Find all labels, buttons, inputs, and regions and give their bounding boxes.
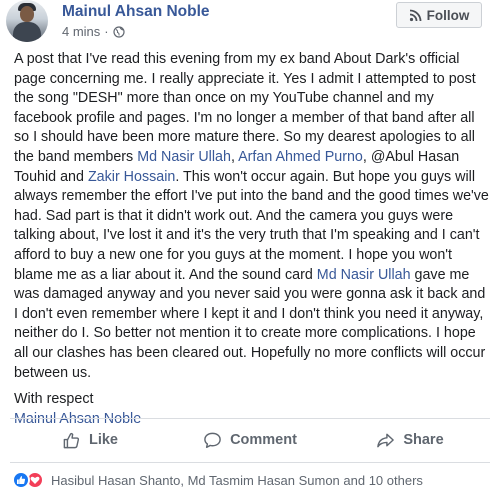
post-header: Mainul Ahsan Noble 4 mins · Follow bbox=[0, 0, 500, 46]
like-button[interactable]: Like bbox=[10, 420, 170, 460]
comment-label: Comment bbox=[230, 432, 297, 448]
meta-separator: · bbox=[104, 24, 109, 39]
comment-icon bbox=[204, 432, 221, 448]
post-text-segment: A post that I've read this evening from … bbox=[14, 51, 476, 165]
share-icon bbox=[377, 433, 395, 447]
author-name[interactable]: Mainul Ahsan Noble bbox=[62, 3, 210, 21]
comment-button[interactable]: Comment bbox=[170, 420, 330, 460]
mention-link[interactable]: Md Nasir Ullah bbox=[137, 149, 231, 165]
post-text-segment: . This won't occur again. But hope you g… bbox=[14, 168, 489, 283]
mention-link[interactable]: Arfan Ahmed Purno bbox=[238, 149, 363, 165]
follow-button[interactable]: Follow bbox=[396, 2, 482, 28]
mention-link[interactable]: Md Nasir Ullah bbox=[317, 267, 411, 283]
post-meta: 4 mins · bbox=[62, 24, 125, 39]
post-body: A post that I've read this evening from … bbox=[14, 50, 492, 429]
post-signoff: With respect bbox=[14, 391, 94, 408]
post-paragraph: A post that I've read this evening from … bbox=[14, 50, 492, 383]
post-timestamp[interactable]: 4 mins bbox=[62, 24, 100, 39]
reaction-names[interactable]: Hasibul Hasan Shanto, Md Tasmim Hasan Su… bbox=[51, 473, 423, 488]
thumbs-up-icon bbox=[63, 432, 80, 448]
divider bbox=[10, 418, 490, 419]
rss-icon bbox=[409, 9, 422, 22]
like-label: Like bbox=[88, 432, 118, 448]
share-label: Share bbox=[403, 432, 444, 448]
reactions-summary[interactable]: Hasibul Hasan Shanto, Md Tasmim Hasan Su… bbox=[12, 471, 423, 489]
action-bar: Like Comment Share bbox=[10, 420, 490, 460]
mention-link[interactable]: Zakir Hossain bbox=[88, 169, 175, 185]
globe-icon[interactable] bbox=[113, 25, 125, 38]
author-avatar[interactable] bbox=[6, 0, 48, 42]
post-text-segment: gave me was damaged anyway and you never… bbox=[14, 266, 486, 381]
share-button[interactable]: Share bbox=[330, 420, 490, 460]
divider bbox=[10, 462, 490, 463]
follow-label: Follow bbox=[426, 7, 470, 23]
like-reaction-icon bbox=[12, 471, 30, 489]
